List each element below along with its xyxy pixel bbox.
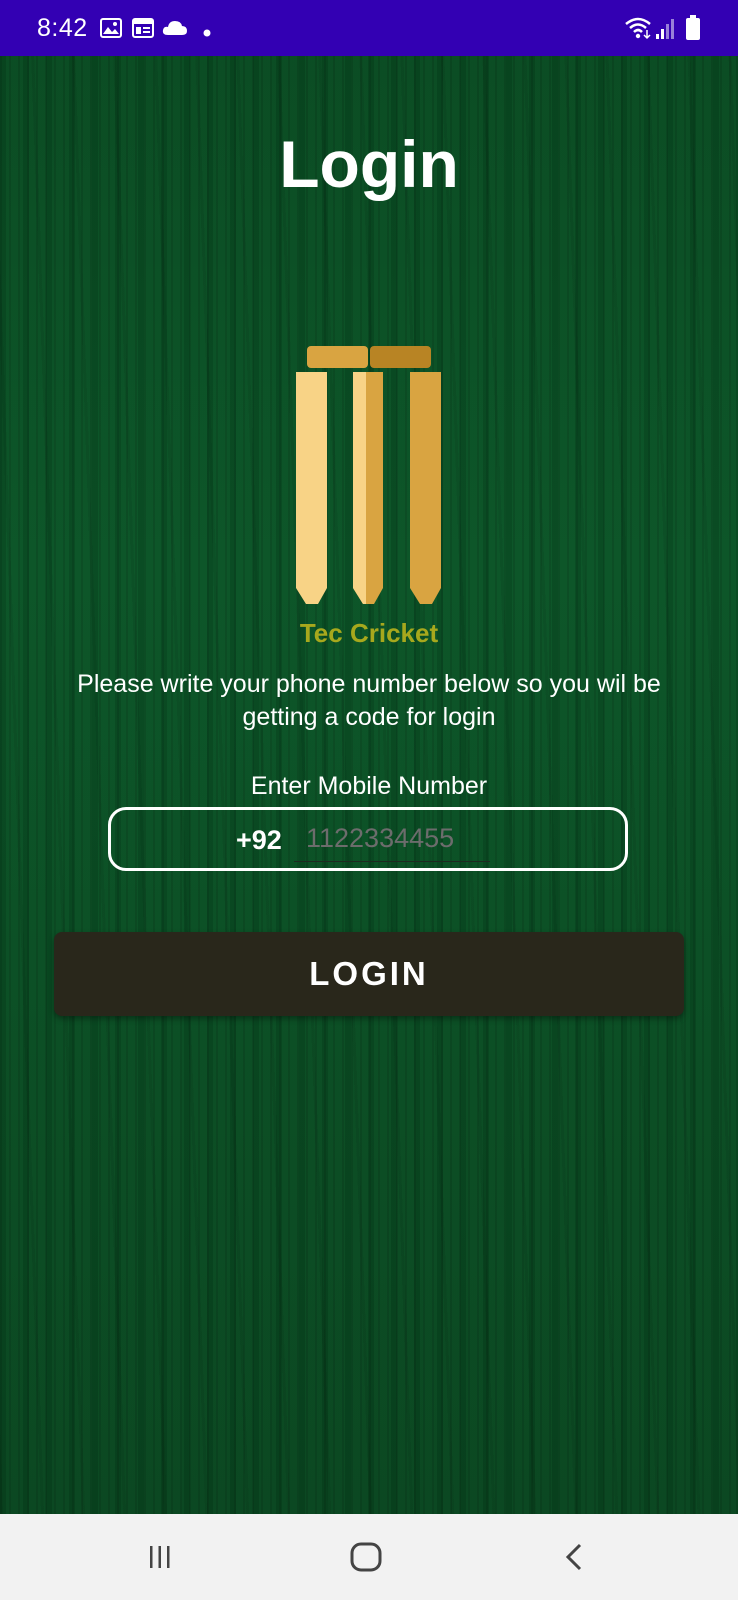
app-name: Tec Cricket <box>299 618 439 648</box>
phone-number-input[interactable] <box>294 816 490 862</box>
signal-icon <box>655 16 677 45</box>
image-icon <box>100 18 122 43</box>
mobile-number-label: Enter Mobile Number <box>250 772 488 800</box>
cloud-icon <box>162 20 188 41</box>
calendar-icon <box>132 18 154 43</box>
page-title: Login <box>279 127 459 201</box>
navigation-bar <box>0 1514 738 1600</box>
cricket-stumps-icon <box>296 346 442 626</box>
dot-icon <box>203 24 211 42</box>
home-icon[interactable] <box>336 1534 396 1580</box>
login-button[interactable]: LOGIN <box>54 932 684 1016</box>
phone-field-container: +92 <box>108 807 628 871</box>
status-time: 8:42 <box>37 14 88 42</box>
country-code: +92 <box>236 825 282 855</box>
back-icon[interactable] <box>544 1534 604 1580</box>
wifi-icon <box>624 16 652 45</box>
status-bar: 8:42 <box>0 0 738 56</box>
battery-icon <box>685 15 701 46</box>
login-screen: Login Tec Cricket Please write your phon… <box>0 56 738 1514</box>
instructions-text: Please write your phone number below so … <box>77 670 661 731</box>
recent-apps-icon[interactable] <box>130 1534 190 1580</box>
